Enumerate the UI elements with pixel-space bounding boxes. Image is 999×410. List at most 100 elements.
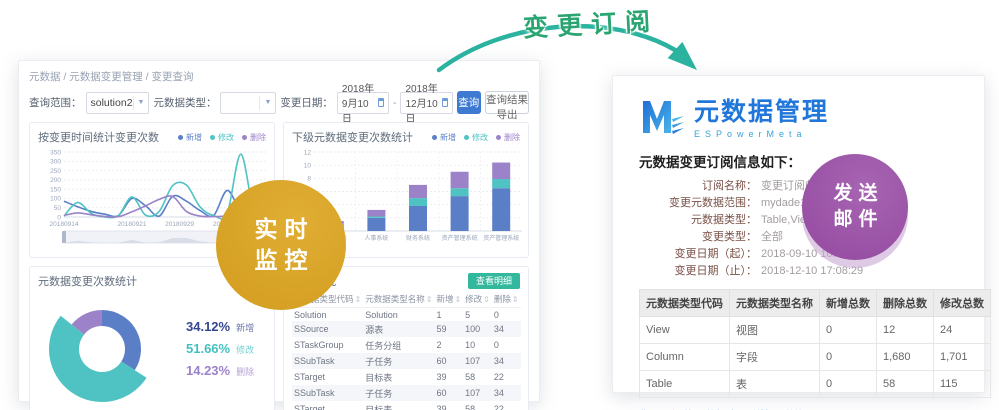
legend-item[interactable]: 删除 (242, 132, 266, 143)
date-label: 变更日期： (280, 95, 333, 110)
legend-item[interactable]: 修改 (464, 132, 488, 143)
table-cell: 字段 (730, 344, 820, 371)
field-value: mydade1 (761, 195, 806, 212)
legend-dot-icon (242, 135, 247, 140)
table-cell: Table (640, 371, 730, 398)
table-cell: 任务分组 (363, 337, 434, 353)
legend-label: 修改 (218, 132, 234, 143)
table-cell: 24 (934, 317, 991, 344)
table-cell: 107 (463, 385, 492, 401)
summary-table: 元数据类型代码元数据类型名称新增总数删除总数修改总数 View视图01224Co… (639, 289, 991, 398)
donut-stats: 34.12%新增51.66%修改14.23%删除 (186, 312, 254, 385)
column-header: 元数据类型名称 (730, 290, 820, 317)
svg-text:20180914: 20180914 (50, 221, 79, 228)
chevron-down-icon: ▼ (133, 96, 145, 110)
table-cell: 34 (492, 321, 521, 337)
column-header[interactable]: 新增⇕ (434, 291, 463, 308)
table-cell: STarget (292, 401, 363, 410)
scope-select[interactable]: solution2 ▼ (86, 92, 150, 114)
table-cell: 0 (820, 317, 877, 344)
table-row: STarget目标表395822 (292, 401, 521, 410)
table-row: SSource源表5910034 (292, 321, 521, 337)
legend-dot-icon (464, 135, 469, 140)
svg-text:人事系统: 人事系统 (364, 234, 388, 242)
table-cell: 58 (463, 401, 492, 410)
legend-item[interactable]: 修改 (210, 132, 234, 143)
legend-dot-icon (210, 135, 215, 140)
svg-text:350: 350 (50, 149, 61, 156)
table-cell: SSubTask (292, 353, 363, 369)
svg-text:资产管理系统: 资产管理系统 (442, 234, 478, 242)
stage: 元数据 / 元数据变更管理 / 变更查询 查询范围： solution2 ▼ 元… (0, 0, 999, 410)
table-row: STaskGroup任务分组2100 (292, 337, 521, 353)
table-cell: 34 (492, 353, 521, 369)
table-cell: 子任务 (363, 385, 434, 401)
column-header[interactable]: 元数据类型名称⇕ (363, 291, 434, 308)
table-cell: 58 (877, 371, 934, 398)
field-label: 变更日期（止）： (639, 263, 757, 280)
table-cell: 0 (820, 344, 877, 371)
stat-value: 34.12% (186, 319, 230, 334)
scope-select-value: solution2 (91, 97, 133, 109)
svg-text:财务系统: 财务系统 (406, 234, 430, 242)
field-label: 订阅名称： (639, 178, 757, 195)
realtime-monitor-badge: 实时 监控 (216, 180, 346, 310)
chart-legend: 新增 修改 删除 (432, 132, 520, 143)
svg-text:250: 250 (50, 168, 61, 175)
report-heading: 元数据变更订阅信息如下： (639, 151, 958, 171)
column-header: 新增总数 (820, 290, 877, 317)
column-header[interactable]: 修改⇕ (463, 291, 492, 308)
table-row: STarget目标表395822 (292, 369, 521, 385)
donut-stat-row: 51.66%修改 (186, 341, 254, 356)
table-cell: Solution (292, 308, 363, 322)
donut-stat-row: 14.23%删除 (186, 363, 254, 378)
subscription-field-row: 变更类型：全部 (639, 229, 958, 246)
start-date-input[interactable]: 2018年9月10日 (337, 92, 389, 114)
column-header: 修改总数 (934, 290, 991, 317)
table-cell: STarget (292, 369, 363, 385)
legend-item[interactable]: 新增 (178, 132, 202, 143)
field-value: 2018-12-10 17:08:29 (761, 263, 863, 280)
table-cell: 39 (434, 401, 463, 410)
legend-label: 删除 (504, 132, 520, 143)
legend-item[interactable]: 删除 (496, 132, 520, 143)
change-subscription-annotation: 变更订阅 (522, 1, 660, 44)
legend-label: 新增 (440, 132, 456, 143)
table-cell: 0 (820, 371, 877, 398)
column-header: 删除总数 (877, 290, 934, 317)
legend-item[interactable]: 新增 (432, 132, 456, 143)
date-separator: - (393, 97, 397, 109)
table-cell: 1,701 (934, 344, 991, 371)
svg-text:150: 150 (50, 186, 61, 193)
summary-table-header-row: 元数据类型代码元数据类型名称新增总数删除总数修改总数 (640, 290, 991, 317)
field-value: 全部 (761, 229, 783, 246)
table-cell: 107 (463, 353, 492, 369)
legend-dot-icon (432, 135, 437, 140)
table-cell: 5 (463, 308, 492, 322)
table-cell: 目标表 (363, 401, 434, 410)
sort-icon: ⇕ (426, 295, 433, 304)
table-cell: 1 (434, 308, 463, 322)
svg-text:资产管理系统: 资产管理系统 (483, 234, 519, 242)
legend-label: 修改 (472, 132, 488, 143)
table-cell: Column (640, 344, 730, 371)
svg-text:200: 200 (50, 177, 61, 184)
svg-text:100: 100 (50, 196, 61, 203)
legend-dot-icon (178, 135, 183, 140)
scope-label: 查询范围： (29, 95, 82, 110)
column-header[interactable]: 删除⇕ (492, 291, 521, 308)
type-label: 元数据类型： (153, 95, 216, 110)
subscription-field-row: 元数据类型：Table,View,Column (639, 212, 958, 229)
table-cell: 115 (934, 371, 991, 398)
table-cell: STaskGroup (292, 337, 363, 353)
donut-title: 元数据变更次数统计 (38, 273, 137, 289)
table-cell: 子任务 (363, 353, 434, 369)
calendar-icon (378, 98, 384, 107)
table-cell: 0 (492, 308, 521, 322)
svg-text:300: 300 (50, 159, 61, 166)
stat-label: 删除 (236, 365, 254, 378)
type-select[interactable]: ▼ (220, 92, 276, 114)
view-detail-button[interactable]: 查看明细 (468, 273, 520, 289)
table-cell: 58 (463, 369, 492, 385)
table-cell: 100 (463, 321, 492, 337)
